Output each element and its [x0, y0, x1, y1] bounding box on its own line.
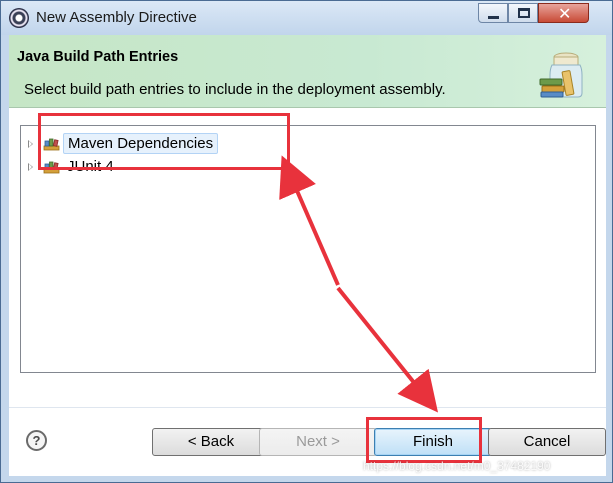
- help-icon[interactable]: ?: [26, 430, 47, 451]
- minimize-icon: [488, 16, 499, 19]
- back-button[interactable]: < Back: [152, 428, 270, 456]
- dialog-content: Java Build Path Entries Select build pat…: [9, 35, 606, 476]
- close-icon: ✕: [558, 4, 572, 23]
- library-jar-icon: [539, 52, 583, 98]
- maximize-icon: [518, 8, 530, 18]
- next-button: Next >: [259, 428, 377, 456]
- tree-item-maven-dependencies[interactable]: Maven Dependencies: [21, 133, 595, 155]
- page-description: Select build path entries to include in …: [24, 81, 446, 98]
- window-title: New Assembly Directive: [36, 9, 197, 26]
- library-icon: [43, 161, 60, 174]
- tree-item-label: JUnit 4: [67, 158, 114, 175]
- cancel-button[interactable]: Cancel: [488, 428, 606, 456]
- footer-divider: [9, 407, 606, 408]
- library-icon: [43, 138, 60, 151]
- tree-item-junit[interactable]: JUnit 4: [21, 156, 595, 178]
- minimize-button[interactable]: [478, 3, 508, 23]
- build-path-tree[interactable]: Maven Dependencies JUnit 4: [20, 125, 596, 373]
- wizard-header: Java Build Path Entries Select build pat…: [9, 35, 606, 108]
- title-bar[interactable]: New Assembly Directive ✕: [1, 1, 612, 35]
- eclipse-icon: [9, 8, 29, 28]
- maximize-button[interactable]: [508, 3, 538, 23]
- expand-arrow-icon[interactable]: [28, 140, 33, 148]
- page-title: Java Build Path Entries: [17, 49, 179, 65]
- finish-button[interactable]: Finish: [374, 428, 492, 456]
- dialog-window: New Assembly Directive ✕ Java Build Path…: [0, 0, 613, 483]
- tree-item-label: Maven Dependencies: [63, 133, 219, 154]
- close-button[interactable]: ✕: [538, 3, 589, 23]
- expand-arrow-icon[interactable]: [28, 163, 33, 171]
- watermark-text: https://blog.csdn.net/m0_37482190: [363, 459, 551, 473]
